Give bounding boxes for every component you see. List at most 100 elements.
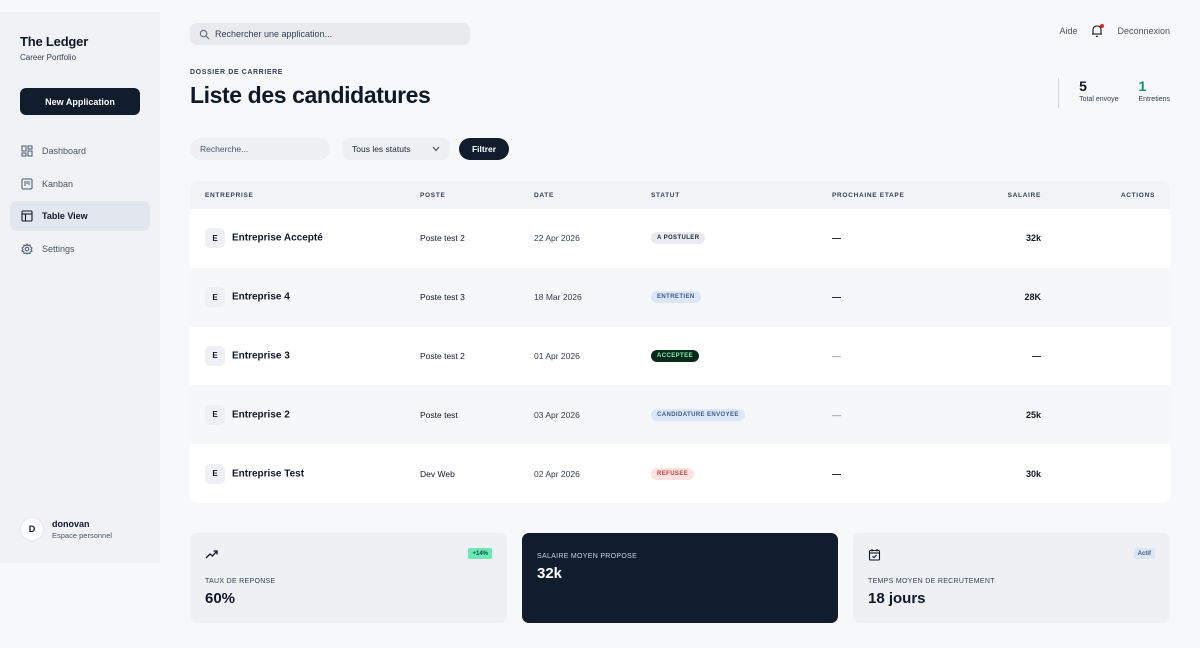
page-kicker: DOSSIER DE CARRIERE	[190, 69, 284, 76]
topbar-actions: Aide Deconnexion	[1059, 24, 1170, 38]
global-search[interactable]	[190, 23, 470, 45]
status-badge: ACCEPTEE	[651, 349, 699, 362]
table-row[interactable]: E Entreprise 4 Poste test 3 18 Mar 2026 ENTR…	[190, 267, 1170, 327]
help-link[interactable]: Aide	[1059, 26, 1077, 36]
column-header[interactable]: SALAIRE	[1008, 192, 1041, 199]
company-initial: E	[205, 228, 225, 249]
stat-interviews-value: 1	[1138, 78, 1147, 94]
company-initial: E	[205, 287, 225, 308]
next-step: —	[832, 233, 841, 244]
table-row[interactable]: E Entreprise 2 Poste test 03 Apr 2026 CANDID…	[190, 385, 1170, 445]
sidebar-item-label: Table View	[42, 211, 88, 221]
table-row[interactable]: E Entreprise 3 Poste test 2 01 Apr 2026 ACCE…	[190, 327, 1170, 386]
sidebar-item-dashboard[interactable]: Dashboard	[10, 136, 150, 166]
new-application-button[interactable]: New Application	[20, 88, 140, 115]
table-body: E Entreprise Accepté Poste test 2 22 Apr 20…	[190, 209, 1170, 503]
brand-title: The Ledger	[20, 34, 89, 49]
status-badge: CANDIDATURE ENVOYEE	[651, 408, 745, 421]
card-value: 32k	[537, 565, 563, 582]
application-date: 22 Apr 2026	[534, 233, 580, 244]
company-initial: E	[205, 463, 225, 484]
salary: —	[1032, 350, 1041, 361]
user-name: donovan	[52, 518, 90, 529]
sidebar-nav: Dashboard Kanban Table View Settings	[10, 136, 150, 266]
next-step: —	[832, 292, 841, 303]
card-label: TAUX DE REPONSE	[205, 578, 276, 585]
table-header: ENTREPRISE POSTE DATE STATUT PROCHAINE E…	[190, 181, 1170, 209]
card-label: SALAIRE MOYEN PROPOSE	[537, 553, 638, 560]
kanban-icon	[21, 178, 33, 189]
next-step: —	[832, 468, 841, 479]
status-badge: ENTRETIEN	[651, 291, 701, 304]
brand-subtitle: Career Portfolio	[20, 53, 77, 62]
sidebar: The Ledger Career Portfolio New Applicat…	[0, 12, 160, 563]
sidebar-item-label: Dashboard	[42, 146, 87, 156]
trend-up-icon	[205, 550, 218, 559]
sidebar-item-settings[interactable]: Settings	[10, 234, 150, 264]
table-row[interactable]: E Entreprise Test Dev Web 02 Apr 2026 REFUSE…	[190, 444, 1170, 503]
column-header[interactable]: DATE	[534, 192, 554, 199]
company-name: Entreprise 4	[232, 291, 290, 303]
stat-total-value: 5	[1079, 78, 1087, 94]
response-rate-card: +14% TAUX DE REPONSE 60%	[190, 533, 507, 623]
card-value: 18 jours	[868, 590, 926, 607]
calendar-check-icon	[868, 549, 881, 561]
application-date: 18 Mar 2026	[534, 292, 582, 303]
table-search[interactable]	[190, 138, 330, 160]
status-dropdown[interactable]: Tous les statuts	[342, 138, 450, 160]
recruitment-time-card: Actif TEMPS MOYEN DE RECRUTEMENT 18 jour…	[853, 533, 1170, 623]
response-rate-badge: +14%	[468, 548, 492, 559]
application-date: 01 Apr 2026	[534, 350, 580, 361]
column-header[interactable]: POSTE	[420, 192, 446, 199]
stat-interviews: 1 Entretiens	[1138, 78, 1170, 108]
status-badge: A POSTULER	[651, 232, 706, 245]
stat-total: 5 Total envoye	[1079, 78, 1118, 108]
column-header[interactable]: STATUT	[651, 192, 680, 199]
active-badge: Actif	[1133, 548, 1155, 559]
table-search-input[interactable]	[200, 144, 320, 154]
company-initial: E	[205, 345, 225, 366]
filter-button[interactable]: Filtrer	[459, 138, 509, 160]
notifications-button[interactable]	[1091, 24, 1105, 38]
company-initial: E	[205, 404, 225, 425]
sidebar-item-kanban[interactable]: Kanban	[10, 169, 150, 199]
application-date: 02 Apr 2026	[534, 468, 580, 479]
company-name: Entreprise 2	[232, 409, 290, 421]
table-row[interactable]: E Entreprise Accepté Poste test 2 22 Apr 20…	[190, 209, 1170, 268]
stat-interviews-label: Entretiens	[1138, 96, 1170, 103]
notification-dot	[1100, 24, 1105, 28]
user-profile[interactable]: D donovan Espace personnel	[20, 517, 112, 541]
logout-link[interactable]: Deconnexion	[1117, 26, 1170, 36]
position: Dev Web	[420, 468, 455, 479]
page-title: Liste des candidatures	[190, 82, 431, 108]
card-value: 60%	[205, 590, 236, 607]
application-date: 03 Apr 2026	[534, 409, 580, 420]
column-header[interactable]: PROCHAINE ETAPE	[832, 192, 905, 199]
column-header[interactable]: ENTREPRISE	[205, 192, 254, 199]
average-salary-card: SALAIRE MOYEN PROPOSE 32k	[522, 533, 838, 623]
position: Poste test 3	[420, 292, 465, 303]
summary-stats: 5 Total envoye 1 Entretiens	[1058, 78, 1170, 108]
salary: 30k	[1025, 468, 1041, 479]
column-header: ACTIONS	[1120, 192, 1155, 199]
status-dropdown-value: Tous les statuts	[352, 144, 411, 154]
chevron-down-icon	[432, 146, 440, 152]
salary: 32k	[1025, 233, 1041, 244]
company-name: Entreprise 3	[232, 350, 290, 362]
salary: 25k	[1025, 409, 1041, 420]
global-search-input[interactable]	[215, 29, 455, 39]
position: Poste test 2	[420, 233, 465, 244]
position: Poste test 2	[420, 350, 465, 361]
next-step: —	[832, 409, 841, 420]
stat-total-label: Total envoye	[1079, 96, 1119, 103]
sidebar-item-table-view[interactable]: Table View	[10, 201, 150, 231]
search-icon	[199, 29, 210, 40]
salary: 28K	[1024, 292, 1041, 303]
avatar: D	[20, 517, 44, 541]
applications-table: ENTREPRISE POSTE DATE STATUT PROCHAINE E…	[190, 181, 1170, 503]
table-icon	[21, 210, 33, 222]
grid-icon	[21, 145, 33, 157]
company-name: Entreprise Test	[232, 468, 305, 480]
company-name: Entreprise Accepté	[232, 232, 323, 244]
sidebar-item-label: Settings	[42, 243, 75, 254]
